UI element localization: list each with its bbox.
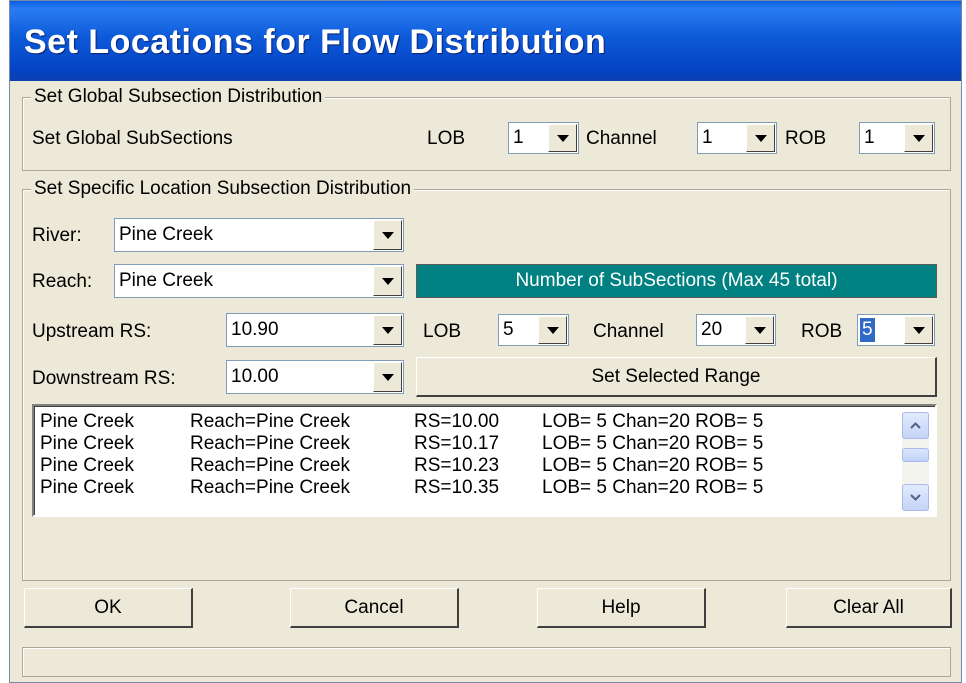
list-reach: Reach=Pine Creek	[190, 411, 351, 432]
chevron-up-icon[interactable]	[902, 412, 929, 439]
list-reach: Reach=Pine Creek	[190, 455, 351, 476]
downstream-rs-select[interactable]: 10.00	[226, 360, 404, 394]
window-title: Set Locations for Flow Distribution	[24, 23, 607, 61]
downstream-rs-label: Downstream RS:	[32, 368, 176, 389]
river-select[interactable]: Pine Creek	[114, 218, 404, 252]
chevron-down-icon[interactable]	[902, 484, 929, 511]
downstream-rs-value: 10.00	[231, 366, 279, 387]
chevron-down-icon[interactable]	[538, 316, 567, 344]
help-button[interactable]: Help	[537, 588, 706, 628]
upstream-rs-select[interactable]: 10.90	[226, 313, 404, 347]
scrollbar-thumb[interactable]	[902, 448, 929, 462]
reach-label: Reach:	[32, 271, 93, 292]
list-rs: RS=10.17	[414, 433, 500, 454]
chevron-down-icon[interactable]	[746, 124, 775, 152]
chevron-down-icon[interactable]	[373, 220, 402, 250]
river-value: Pine Creek	[119, 224, 213, 245]
specific-subsection-group: Set Specific Location Subsection Distrib…	[22, 178, 951, 581]
global-lob-label: LOB	[427, 128, 466, 149]
chevron-down-icon[interactable]	[904, 124, 933, 152]
global-subsections-label: Set Global SubSections	[32, 128, 233, 149]
chevron-down-icon[interactable]	[373, 362, 402, 392]
specific-channel-label: Channel	[593, 321, 664, 342]
list-item[interactable]: Pine Creek Reach=Pine Creek RS=10.00 LOB…	[40, 411, 900, 433]
list-rs: RS=10.35	[414, 477, 500, 498]
clear-all-button[interactable]: Clear All	[786, 588, 952, 628]
list-subsections: LOB= 5 Chan=20 ROB= 5	[542, 433, 764, 454]
specific-rob-select[interactable]: 5	[857, 314, 935, 346]
list-subsections: LOB= 5 Chan=20 ROB= 5	[542, 477, 764, 498]
specific-channel-value: 20	[701, 319, 723, 340]
list-river: Pine Creek	[40, 411, 134, 432]
upstream-rs-label: Upstream RS:	[32, 321, 152, 342]
location-list[interactable]: Pine Creek Reach=Pine Creek RS=10.00 LOB…	[32, 404, 937, 517]
chevron-down-icon[interactable]	[373, 315, 402, 345]
list-reach: Reach=Pine Creek	[190, 477, 351, 498]
list-subsections: LOB= 5 Chan=20 ROB= 5	[542, 411, 764, 432]
global-lob-value: 1	[513, 127, 524, 148]
ok-button[interactable]: OK	[24, 588, 193, 628]
set-selected-range-button[interactable]: Set Selected Range	[416, 357, 937, 397]
title-bar[interactable]: Set Locations for Flow Distribution	[10, 1, 961, 81]
list-scrollbar[interactable]	[902, 412, 929, 511]
global-rob-label: ROB	[785, 128, 827, 149]
upstream-rs-value: 10.90	[231, 319, 279, 340]
global-channel-value: 1	[702, 127, 713, 148]
chevron-down-icon[interactable]	[904, 316, 933, 344]
chevron-down-icon[interactable]	[548, 124, 577, 152]
list-item[interactable]: Pine Creek Reach=Pine Creek RS=10.17 LOB…	[40, 433, 900, 455]
specific-channel-select[interactable]: 20	[696, 314, 776, 346]
list-reach: Reach=Pine Creek	[190, 433, 351, 454]
global-group-legend: Set Global Subsection Distribution	[31, 86, 326, 108]
global-subsection-group: Set Global Subsection Distribution Set G…	[22, 86, 951, 171]
chevron-down-icon[interactable]	[373, 266, 402, 296]
cancel-button[interactable]: Cancel	[290, 588, 459, 628]
list-rs: RS=10.23	[414, 455, 500, 476]
subsections-banner: Number of SubSections (Max 45 total)	[416, 264, 937, 298]
specific-group-legend: Set Specific Location Subsection Distrib…	[31, 178, 415, 200]
global-channel-label: Channel	[586, 128, 657, 149]
specific-lob-label: LOB	[423, 321, 462, 342]
list-item[interactable]: Pine Creek Reach=Pine Creek RS=10.23 LOB…	[40, 455, 900, 477]
specific-rob-label: ROB	[801, 321, 843, 342]
global-channel-select[interactable]: 1	[697, 122, 777, 154]
river-label: River:	[32, 225, 82, 246]
chevron-down-icon[interactable]	[745, 316, 774, 344]
global-rob-value: 1	[864, 127, 875, 148]
list-item[interactable]: Pine Creek Reach=Pine Creek RS=10.35 LOB…	[40, 477, 900, 499]
list-river: Pine Creek	[40, 477, 134, 498]
dialog-window: Set Locations for Flow Distribution Set …	[9, 0, 962, 683]
global-rob-select[interactable]: 1	[859, 122, 935, 154]
global-lob-select[interactable]: 1	[508, 122, 579, 154]
list-river: Pine Creek	[40, 455, 134, 476]
specific-lob-value: 5	[503, 319, 514, 340]
reach-select[interactable]: Pine Creek	[114, 264, 404, 298]
list-river: Pine Creek	[40, 433, 134, 454]
specific-lob-select[interactable]: 5	[498, 314, 569, 346]
specific-rob-value: 5	[860, 318, 875, 342]
list-subsections: LOB= 5 Chan=20 ROB= 5	[542, 455, 764, 476]
status-bar	[22, 647, 951, 677]
reach-value: Pine Creek	[119, 270, 213, 291]
list-rs: RS=10.00	[414, 411, 500, 432]
